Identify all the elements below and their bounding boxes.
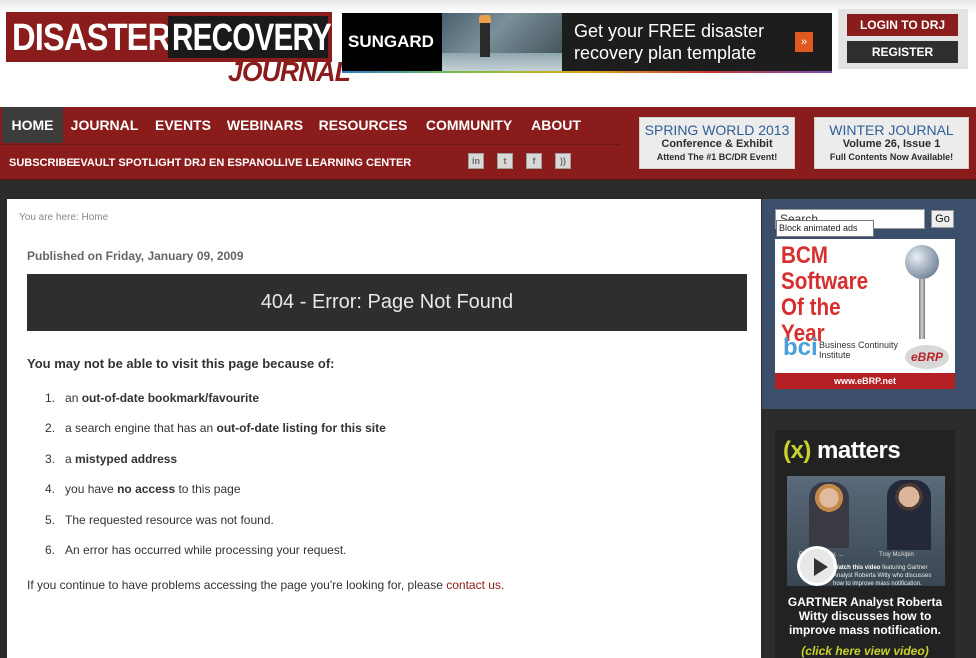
list-item: 3. a mistyped address — [45, 452, 177, 466]
site-logo[interactable]: DISASTER RECOVERY JOURNAL — [6, 12, 351, 90]
banner-color-stripe — [342, 71, 832, 73]
promo-title: SPRING WORLD 2013 — [644, 122, 790, 138]
nav-item-journal[interactable]: JOURNAL — [63, 107, 146, 143]
presenter-1-image — [809, 482, 849, 548]
login-button[interactable]: LOGIN TO DRJ — [847, 14, 958, 36]
list-number: 3. — [45, 452, 56, 466]
promo-tagline: Attend The #1 BC/DR Event! — [656, 152, 778, 162]
continue-text: If you continue to have problems accessi… — [27, 578, 504, 592]
banner-headline: Get your FREE disaster recovery plan tem… — [574, 21, 765, 63]
logo-word-journal: JOURNAL — [228, 56, 351, 87]
continue-message: If you continue to have problems accessi… — [27, 578, 447, 592]
logo-word-disaster: DISASTER — [12, 17, 171, 59]
play-triangle — [814, 558, 828, 576]
bcm-ad-url: www.eBRP.net — [775, 373, 955, 389]
banner-arrow-button[interactable]: » — [795, 32, 813, 52]
search-go-button[interactable]: Go — [931, 210, 954, 228]
rss-icon[interactable]: )) — [555, 153, 571, 169]
subnav-item-evault-spotlight[interactable]: EVAULT SPOTLIGHT — [73, 157, 181, 169]
list-text-bold: no access — [117, 482, 176, 496]
reasons-heading: You may not be able to visit this page b… — [27, 356, 335, 371]
subnav-item-subscribe[interactable]: SUBSCRIBE — [9, 157, 74, 169]
breadcrumb: You are here: Home — [19, 212, 108, 223]
xmatters-logo: (x) matters — [783, 436, 901, 466]
xmatters-logo-x: (x) — [783, 437, 811, 464]
promo-winter-journal[interactable]: WINTER JOURNAL Volume 26, Issue 1 Full C… — [814, 117, 969, 169]
nav-item-events[interactable]: EVENTS — [146, 107, 220, 143]
nav-item-community[interactable]: COMMUNITY — [416, 107, 522, 143]
breadcrumb-home-link[interactable]: Home — [81, 212, 108, 223]
nav-item-about[interactable]: ABOUT — [522, 107, 590, 143]
block-animated-ads-tooltip[interactable]: Block animated ads — [776, 220, 874, 237]
bcm-ad-title: BCM Software Of the Year — [781, 242, 869, 347]
contact-us-link[interactable]: contact us — [446, 578, 501, 592]
banner-waves — [442, 53, 562, 71]
list-number: 4. — [45, 482, 56, 496]
bcm-software-ad[interactable]: BCM Software Of the Year bci Business Co… — [775, 239, 955, 389]
nav-item-home[interactable]: HOME — [2, 107, 63, 143]
list-text: a — [65, 452, 76, 466]
presenter-2-image — [887, 480, 931, 550]
banner-brand: SUNGARD — [348, 32, 434, 51]
list-text: The requested resource was not found. — [65, 513, 274, 527]
list-item: 5. The requested resource was not found. — [45, 513, 274, 527]
nav-item-webinars[interactable]: WEBINARS — [220, 107, 310, 143]
nav-divider — [0, 144, 620, 145]
subnav-item-live-learning-center[interactable]: LIVE LEARNING CENTER — [278, 157, 411, 169]
error-title: 404 - Error: Page Not Found — [27, 274, 747, 331]
bci-logo-text: Business Continuity Institute — [819, 340, 899, 360]
lighthouse-light — [479, 15, 491, 23]
trophy-stem-icon — [919, 279, 925, 339]
list-number: 5. — [45, 513, 56, 527]
xmatters-cta-link[interactable]: (click here view video) — [775, 644, 955, 658]
lighthouse-icon — [480, 17, 490, 57]
promo-subtitle: Volume 26, Issue 1 — [842, 138, 941, 150]
play-icon[interactable] — [797, 546, 837, 586]
logo-word-recovery: RECOVERY — [172, 17, 332, 59]
twitter-icon[interactable]: t — [497, 153, 513, 169]
nav-item-resources[interactable]: RESOURCES — [310, 107, 416, 143]
promo-spring-world[interactable]: SPRING WORLD 2013 Conference & Exhibit A… — [639, 117, 795, 169]
list-text: An error has occurred while processing y… — [65, 543, 347, 557]
presenter-2-name: Troy McAlpin — [879, 552, 914, 558]
list-text-bold: out-of-date bookmark/favourite — [81, 391, 260, 405]
list-text: a search engine that has an — [65, 421, 217, 435]
xmatters-ad[interactable]: (x) matters Roberta Witty, ... Troy McAl… — [775, 430, 955, 658]
video-thumbnail[interactable]: Roberta Witty, ... Troy McAlpin Watch th… — [787, 476, 945, 588]
facebook-icon[interactable]: f — [526, 153, 542, 169]
list-item: 2. a search engine that has an out-of-da… — [45, 421, 386, 435]
list-text: you have — [65, 482, 118, 496]
promo-tagline: Full Contents Now Available! — [829, 152, 954, 162]
ebrp-logo: eBRP — [905, 345, 949, 369]
subnav-item-drj-en-espanol[interactable]: DRJ EN ESPANOL — [184, 157, 280, 169]
video-description-bold: Watch this video — [833, 565, 881, 571]
promo-title: WINTER JOURNAL — [829, 122, 954, 138]
list-text-bold: out-of-date listing for this site — [216, 421, 386, 435]
continue-period: . — [500, 578, 505, 592]
list-text: an — [65, 391, 82, 405]
list-number: 6. — [45, 543, 56, 557]
bci-logo-icon: bci — [783, 334, 818, 361]
list-number: 2. — [45, 421, 56, 435]
promo-subtitle: Conference & Exhibit — [661, 138, 773, 150]
linkedin-icon[interactable]: in — [468, 153, 484, 169]
xmatters-logo-word: matters — [810, 437, 901, 464]
video-description: Watch this video featuring Gartner Analy… — [833, 564, 943, 588]
breadcrumb-prefix: You are here: — [19, 212, 82, 223]
published-date: Published on Friday, January 09, 2009 — [27, 249, 244, 263]
list-item: 1. an out-of-date bookmark/favourite — [45, 391, 259, 405]
xmatters-caption: GARTNER Analyst Roberta Witty discusses … — [787, 595, 943, 637]
list-item: 6. An error has occurred while processin… — [45, 543, 347, 557]
list-item: 4. you have no access to this page — [45, 482, 241, 496]
banner-ad[interactable]: SUNGARD Get your FREE disaster recovery … — [342, 13, 832, 71]
trophy-globe-icon — [905, 245, 939, 279]
register-button[interactable]: REGISTER — [847, 41, 958, 63]
list-text-after: to this page — [175, 482, 241, 496]
list-text-bold: mistyped address — [75, 452, 178, 466]
list-number: 1. — [45, 391, 56, 405]
